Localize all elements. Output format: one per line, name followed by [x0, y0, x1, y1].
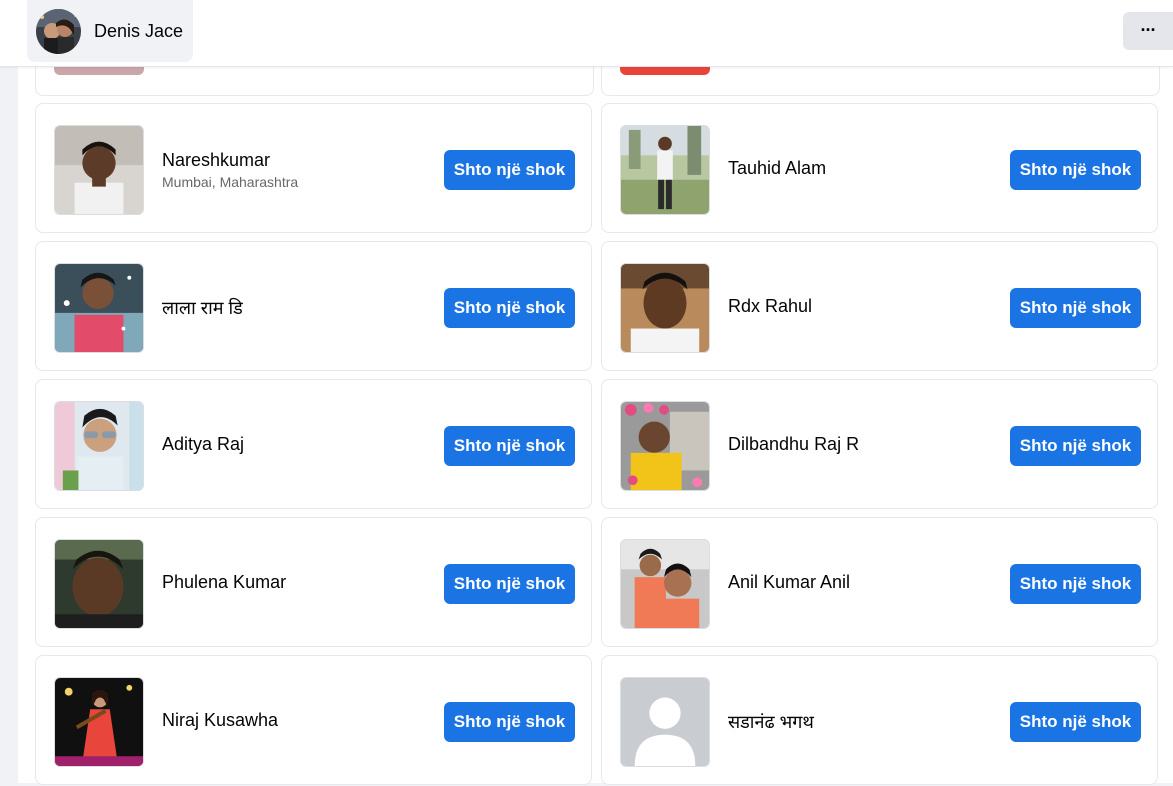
suggestion-name[interactable]: Anil Kumar Anil: [728, 572, 850, 593]
profile-chip[interactable]: Denis Jace: [27, 0, 193, 62]
profile-photo[interactable]: [54, 401, 144, 491]
suggestion-name[interactable]: Rdx Rahul: [728, 296, 812, 317]
suggestion-name[interactable]: सडानंढ भगथ: [728, 710, 814, 734]
add-friend-button[interactable]: Shto një shok: [444, 150, 575, 190]
add-friend-button[interactable]: Shto një shok: [444, 288, 575, 328]
suggestion-card: Anil Kumar Anil Shto një shok: [601, 517, 1158, 647]
profile-name: Denis Jace: [94, 21, 184, 41]
suggestion-info: Aditya Raj: [162, 380, 432, 510]
suggestion-name[interactable]: Phulena Kumar: [162, 572, 286, 593]
profile-photo[interactable]: [54, 263, 144, 353]
default-avatar-icon[interactable]: [620, 677, 710, 767]
suggestion-name[interactable]: Tauhid Alam: [728, 158, 826, 179]
suggestion-info: Tauhid Alam: [728, 104, 998, 234]
suggestion-info: Niraj Kusawha: [162, 656, 432, 786]
suggestions-panel: Nareshkumar Mumbai, Maharashtra Shto një s…: [18, 0, 1173, 785]
add-friend-button[interactable]: Shto një shok: [444, 702, 575, 742]
suggestion-name[interactable]: Nareshkumar: [162, 150, 270, 171]
suggestion-name[interactable]: Aditya Raj: [162, 434, 244, 455]
page-left-gutter: [0, 0, 18, 783]
suggestion-info: सडानंढ भगथ: [728, 656, 998, 786]
add-friend-button[interactable]: Shto një shok: [1010, 288, 1141, 328]
suggestion-card: Aditya Raj Shto një shok: [35, 379, 592, 509]
suggestion-card: सडानंढ भगथ Shto një shok: [601, 655, 1158, 785]
profile-photo[interactable]: [620, 539, 710, 629]
add-friend-button[interactable]: Shto një shok: [1010, 702, 1141, 742]
add-friend-button[interactable]: Shto një shok: [444, 564, 575, 604]
more-icon: ···: [1140, 20, 1157, 40]
add-friend-button[interactable]: Shto një shok: [444, 426, 575, 466]
suggestion-name[interactable]: लाला राम डि: [162, 296, 243, 320]
suggestion-card: Nareshkumar Mumbai, Maharashtra Shto një s…: [35, 103, 592, 233]
profile-photo[interactable]: [620, 401, 710, 491]
suggestion-location: Mumbai, Maharashtra: [162, 174, 299, 190]
suggestion-card: Rdx Rahul Shto një shok: [601, 241, 1158, 371]
profile-avatar: [36, 9, 81, 54]
profile-photo[interactable]: [54, 125, 144, 215]
profile-photo[interactable]: [54, 677, 144, 767]
suggestion-card: लाला राम डि Shto një shok: [35, 241, 592, 371]
suggestion-card: Niraj Kusawha Shto një shok: [35, 655, 592, 785]
suggestion-name[interactable]: Dilbandhu Raj R: [728, 434, 859, 455]
suggestion-info: Anil Kumar Anil: [728, 518, 998, 648]
suggestion-info: Rdx Rahul: [728, 242, 998, 372]
profile-photo[interactable]: [620, 125, 710, 215]
add-friend-button[interactable]: Shto një shok: [1010, 564, 1141, 604]
suggestion-info: Dilbandhu Raj R: [728, 380, 998, 510]
profile-photo[interactable]: [620, 263, 710, 353]
suggestion-card: Phulena Kumar Shto një shok: [35, 517, 592, 647]
add-friend-button[interactable]: Shto një shok: [1010, 426, 1141, 466]
profile-header: Denis Jace ···: [0, 0, 1173, 67]
suggestion-card: Tauhid Alam Shto një shok: [601, 103, 1158, 233]
suggestion-info: Phulena Kumar: [162, 518, 432, 648]
suggestion-info: लाला राम डि: [162, 242, 432, 372]
suggestion-card: Dilbandhu Raj R Shto një shok: [601, 379, 1158, 509]
suggestion-info: Nareshkumar Mumbai, Maharashtra: [162, 104, 432, 234]
profile-photo[interactable]: [54, 539, 144, 629]
more-options-button[interactable]: ···: [1123, 12, 1173, 50]
add-friend-button[interactable]: Shto një shok: [1010, 150, 1141, 190]
suggestion-name[interactable]: Niraj Kusawha: [162, 710, 278, 731]
